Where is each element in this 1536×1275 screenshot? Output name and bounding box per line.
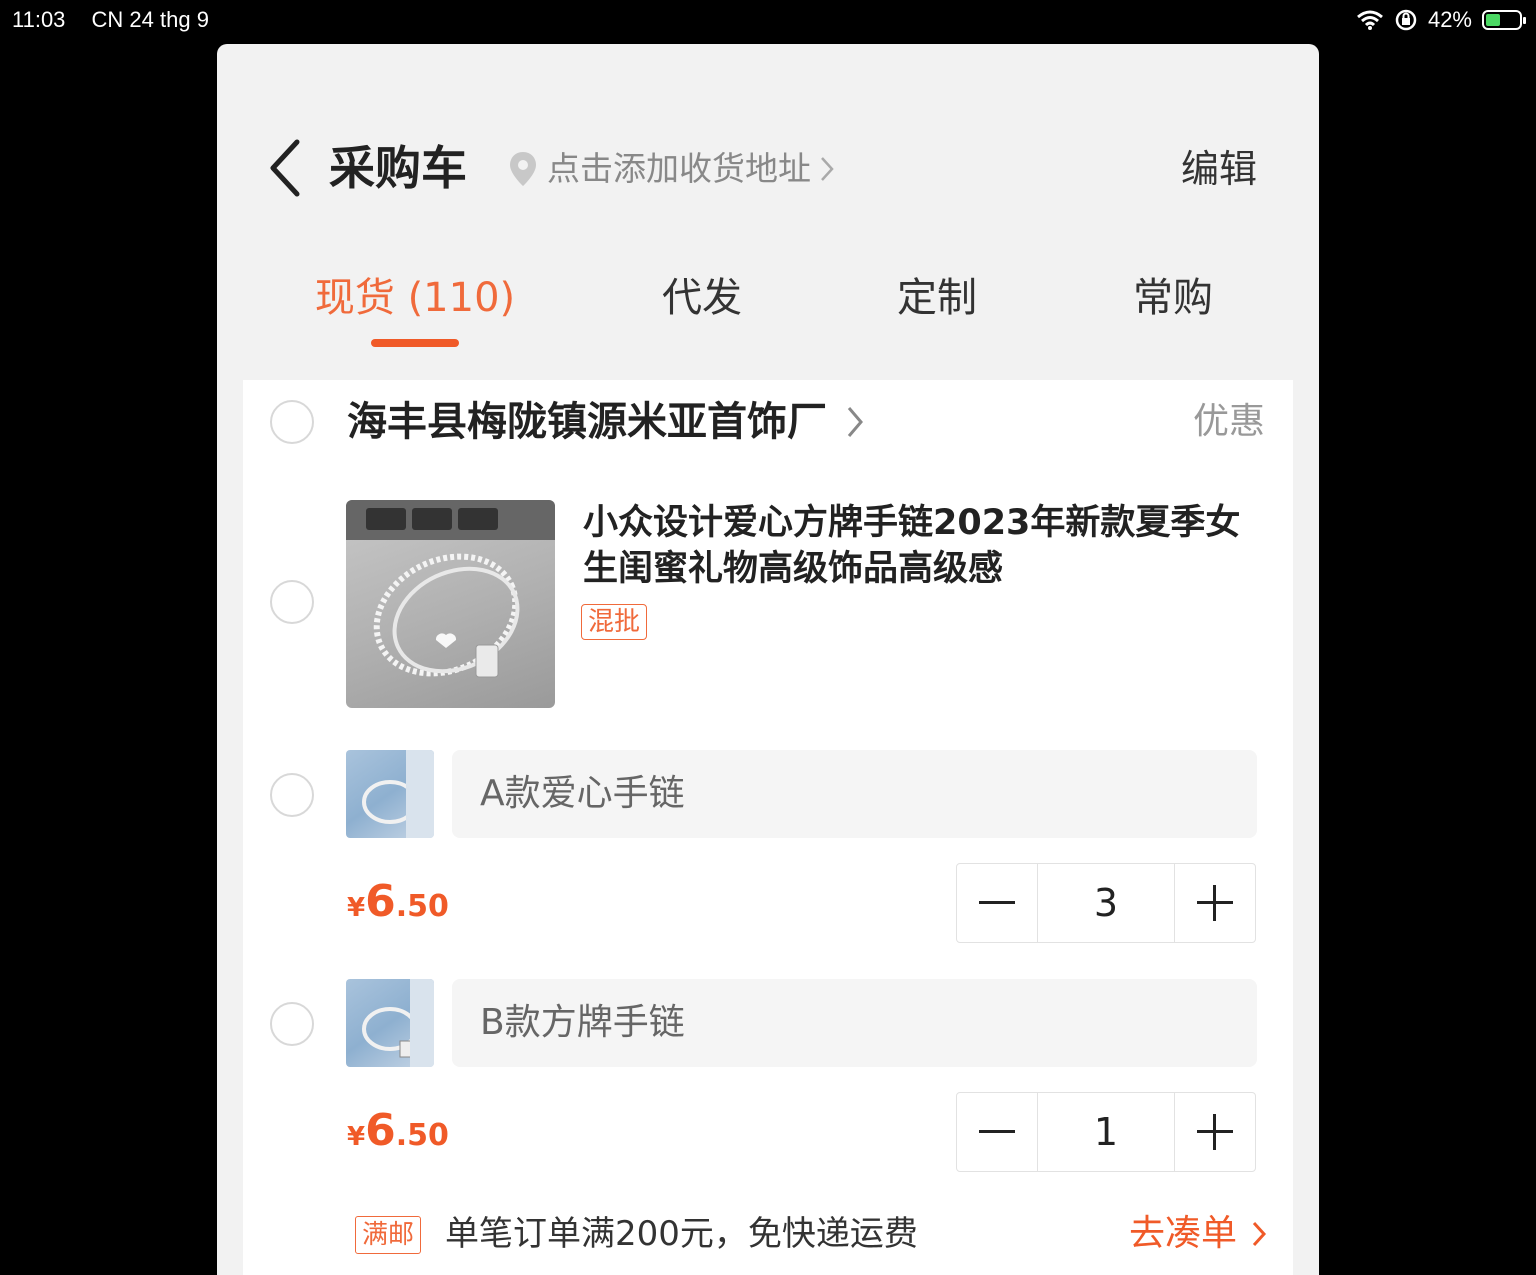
battery-percent: 42% [1427, 7, 1472, 32]
page-title: 采购车 [329, 141, 467, 195]
price-decimal: .50 [395, 1118, 449, 1153]
product-select-checkbox[interactable] [270, 580, 314, 624]
shop-name: 海丰县梅陇镇源米亚首饰厂 [347, 399, 827, 445]
status-time: 11:03 [12, 7, 66, 32]
bracelet-illustration [362, 979, 434, 1067]
plus-button[interactable] [1175, 1093, 1255, 1171]
tab-custom[interactable]: 定制 [897, 266, 977, 330]
plus-button[interactable] [1175, 864, 1255, 942]
sku-price: ¥6.50 [347, 876, 449, 927]
sku-price: ¥6.50 [347, 1105, 449, 1156]
price-integer: 6 [365, 1105, 396, 1156]
minus-button[interactable] [957, 1093, 1037, 1171]
bracelet-illustration [362, 750, 434, 838]
orientation-lock-icon [1395, 9, 1417, 31]
sku-label: A款爱心手链 [480, 773, 685, 814]
cart-sheet: 采购车 点击添加收货地址 编辑 现货 (110) 代发 定制 常购 海丰县梅陇镇… [217, 44, 1319, 1275]
chevron-right-icon [847, 407, 863, 437]
add-more-label: 去凑单 [1128, 1213, 1237, 1254]
shop-name-link[interactable]: 海丰县梅陇镇源米亚首饰厂 [347, 394, 865, 450]
price-currency: ¥ [347, 1122, 366, 1152]
shop-select-checkbox[interactable] [270, 400, 314, 444]
sku-label: B款方牌手链 [480, 1002, 685, 1043]
sku-select-checkbox[interactable] [270, 1002, 314, 1046]
product-title[interactable]: 小众设计爱心方牌手链2023年新款夏季女生闺蜜礼物高级饰品高级感 [583, 500, 1253, 592]
sku-thumbnail[interactable] [346, 750, 434, 838]
add-more-link[interactable]: 去凑单 [1129, 1210, 1267, 1258]
sku-spec-box[interactable]: A款爱心手链 [452, 750, 1257, 838]
chevron-right-icon [1252, 1221, 1267, 1247]
back-arrow-icon[interactable] [265, 138, 305, 198]
price-integer: 6 [365, 876, 396, 927]
sku-spec-box[interactable]: B款方牌手链 [452, 979, 1257, 1067]
plus-icon [1197, 885, 1233, 921]
bracelet-illustration [346, 500, 555, 678]
tab-dropship[interactable]: 代发 [662, 266, 742, 330]
location-pin-icon [510, 152, 536, 186]
address-selector[interactable]: 点击添加收货地址 [507, 148, 835, 190]
screen: 11:03 CN 24 thg 9 42% 采购车 点击添加收货地址 编辑 现货… [0, 0, 1536, 1275]
quantity-input[interactable]: 3 [1037, 864, 1175, 942]
price-decimal: .50 [395, 889, 449, 924]
free-shipping-tag: 满邮 [355, 1216, 422, 1254]
address-placeholder: 点击添加收货地址 [547, 149, 811, 188]
quantity-stepper: 1 [956, 1092, 1256, 1172]
sku-select-checkbox[interactable] [270, 773, 314, 817]
promo-text: 单笔订单满200元，免快递运费 [445, 1214, 918, 1254]
discount-button[interactable]: 优惠 [1193, 398, 1265, 446]
edit-button[interactable]: 编辑 [1181, 142, 1257, 196]
product-image[interactable] [346, 500, 555, 708]
minus-icon [979, 1130, 1015, 1133]
status-bar-left: 11:03 CN 24 thg 9 [12, 4, 229, 36]
status-bar-right: 42% [1356, 4, 1526, 36]
price-currency: ¥ [347, 893, 366, 923]
minus-icon [979, 901, 1015, 904]
battery-icon [1482, 10, 1526, 30]
shop-card: 海丰县梅陇镇源米亚首饰厂 优惠 小众设计爱心方牌手链2023年新款夏季女生闺蜜礼… [243, 380, 1293, 1275]
active-tab-indicator [371, 339, 459, 347]
status-date: CN 24 thg 9 [91, 7, 209, 32]
header: 采购车 点击添加收货地址 编辑 [217, 134, 1319, 204]
wifi-icon [1356, 10, 1383, 30]
quantity-input[interactable]: 1 [1037, 1093, 1175, 1171]
sku-thumbnail[interactable] [346, 979, 434, 1067]
tab-frequent[interactable]: 常购 [1133, 266, 1213, 330]
minus-button[interactable] [957, 864, 1037, 942]
quantity-stepper: 3 [956, 863, 1256, 943]
mix-wholesale-tag: 混批 [581, 604, 648, 640]
plus-icon [1197, 1114, 1233, 1150]
tab-in-stock[interactable]: 现货 (110) [315, 266, 515, 330]
chevron-right-icon [821, 157, 834, 181]
